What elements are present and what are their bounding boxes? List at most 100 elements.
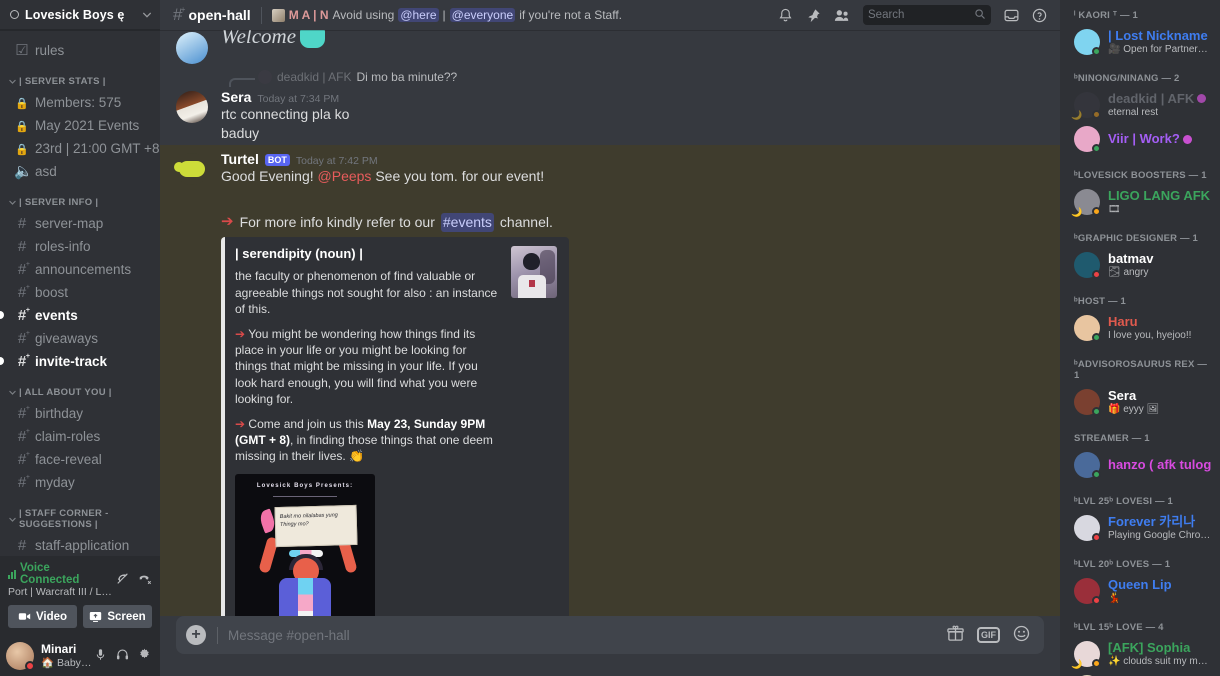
avatar[interactable] [1074,389,1101,416]
member-list-item[interactable]: Forever 카리나 Playing Google Chrome [1060,511,1220,545]
sidebar-item-roles-info[interactable]: # roles-info [8,235,152,257]
chevron-down-icon [8,515,17,524]
channel-category[interactable]: | SERVER INFO | [0,183,160,211]
avatar[interactable] [1074,126,1101,153]
current-user-name: Minari [41,641,77,656]
search-box[interactable] [863,5,991,25]
sidebar-item-myday[interactable]: # + myday [8,471,152,493]
member-list-item[interactable]: Queen Lip 💃 [1060,574,1220,608]
avatar[interactable] [176,91,208,123]
channel-list[interactable]: ☑ rules | SERVER STATS | 🔒 Members: 575 🔒 May … [0,30,160,556]
message-author[interactable]: Turtel [221,151,259,167]
events-channel-link[interactable]: #events [440,212,494,232]
embed-title: | serendipity (noun) | [235,246,363,262]
peeps-mention[interactable]: @Peeps [318,168,372,184]
sidebar-item-rules[interactable]: ☑ rules [8,39,152,61]
category-label: | SERVER STATS | [19,76,106,87]
headset-icon[interactable] [116,648,129,664]
member-list-item[interactable]: 🌙 [AFK] Sophia✨ clouds suit my mood || i … [1060,637,1220,671]
channel-category[interactable]: | SERVER STATS | [0,62,160,90]
sidebar-item-23rd-21-00-gmt-8[interactable]: 🔒 23rd | 21:00 GMT +8 [8,137,159,159]
avatar[interactable]: 🌙 [1071,92,1101,120]
member-list-item[interactable]: 🌙Kim Hyunjin's🍞 Hi i'm bread 🍞 🖼 [1060,671,1220,676]
avatar[interactable] [1074,578,1101,605]
bot-greeting-line: Good Evening! @Peeps See you tom. for ou… [221,167,1052,186]
status-dot-idle [1092,110,1101,119]
reply-text[interactable]: Di mo ba minute?? [357,70,458,84]
member-name: Viir | Work? [1108,131,1212,147]
lock-icon: 🔒 [15,97,29,110]
member-name-text: | Lost Nickname [1108,27,1208,43]
member-list-item[interactable]: 🌙 LIGO LANG AFK 🎞 [1060,185,1220,219]
channel-topic[interactable]: M A | N Avoid using @here | @everyone if… [271,8,622,22]
status-dot-dnd [1092,270,1101,279]
sidebar-item-members-575[interactable]: 🔒 Members: 575 [8,91,152,113]
member-list-item[interactable]: hanzo ( afk tulog ) [1060,448,1220,482]
video-button[interactable]: Video [8,605,77,628]
arrow-emoji-icon: ➔ [235,416,246,431]
sidebar-item-invite-track[interactable]: # + invite-track [0,350,152,372]
bell-icon[interactable] [778,8,793,23]
channel-category[interactable]: | STAFF CORNER - SUGGESTIONS | [0,494,160,533]
microphone-icon[interactable] [94,648,107,664]
chevron-down-icon[interactable] [142,10,152,20]
avatar[interactable] [1074,315,1101,342]
plus-icon[interactable]: + [186,625,206,645]
member-list-item[interactable]: | Lost Nickname🎥 Open for Partnership | … [1060,25,1220,59]
sidebar-item-announcements[interactable]: # + announcements [8,258,152,280]
avatar[interactable] [1074,29,1101,56]
sidebar-item-may-2021-events[interactable]: 🔒 May 2021 Events [8,114,152,136]
emoji-icon[interactable] [1013,625,1030,645]
bot-badge: BOT [264,154,290,167]
gift-icon[interactable] [947,625,964,645]
category-label: | STAFF CORNER - SUGGESTIONS | [19,508,109,530]
channel-category[interactable]: | ALL ABOUT YOU | [0,373,160,401]
avatar[interactable] [1074,515,1101,542]
arrow-emoji-icon: ➔ [235,327,246,342]
mention-everyone[interactable]: @everyone [449,8,516,22]
members-icon[interactable] [834,8,850,23]
sidebar-item-server-map[interactable]: # server-map [8,212,152,234]
avatar[interactable]: 🌙 [1071,189,1101,217]
member-name: LIGO LANG AFK [1108,188,1212,204]
member-list-item[interactable]: Viir | Work? [1060,122,1220,156]
member-list-item[interactable]: batmav 🌫 angry [1060,248,1220,282]
avatar[interactable] [176,32,208,64]
gear-icon[interactable] [138,648,151,664]
avatar[interactable]: 🌙 [1071,641,1101,669]
member-list-item[interactable]: Haru I love you, hyejoo!! [1060,311,1220,345]
sidebar-item-boost[interactable]: # + boost [8,281,152,303]
message-author[interactable]: Sera [221,89,251,105]
sidebar-item-giveaways[interactable]: # + giveaways [8,327,152,349]
member-name: | Lost Nickname [1108,28,1212,44]
avatar[interactable] [174,153,208,186]
pin-icon[interactable] [806,8,821,23]
help-icon[interactable] [1032,8,1047,23]
sidebar-item-birthday[interactable]: # + birthday [8,402,152,424]
avatar[interactable] [1074,252,1101,279]
ping-icon[interactable] [116,572,130,589]
inbox-icon[interactable] [1004,8,1019,23]
message-input[interactable] [217,626,947,644]
mention-here[interactable]: @here [398,8,439,22]
member-list-item[interactable]: 🌙 deadkid | AFK eternal rest [1060,88,1220,122]
gif-button[interactable]: GIF [977,627,1000,643]
screen-share-button[interactable]: Screen [83,605,152,628]
embed-thumbnail-image[interactable] [511,246,557,299]
sidebar-item-claim-roles[interactable]: # + claim-roles [8,425,152,447]
search-input[interactable] [868,9,974,21]
sidebar-item-asd[interactable]: 🔈 asd [8,160,152,182]
message-list[interactable]: Welcome deadkid | AFK Di mo ba minute?? [160,30,1060,616]
avatar[interactable] [6,642,35,671]
info-text-after: channel. [499,213,553,230]
event-poster-image[interactable]: Lovesick Boys Presents: Bakit mo nilalab… [235,473,375,616]
sidebar-item-events[interactable]: # + events [0,304,152,326]
reply-author[interactable]: deadkid | AFK [277,70,352,84]
avatar[interactable] [1074,452,1101,479]
member-list[interactable]: ˡ KAORI ᵀ — 1 | Lost Nickname 🎥 Open for P… [1060,0,1220,676]
sidebar-item-face-reveal[interactable]: # + face-reveal [8,448,152,470]
phone-hangup-icon[interactable] [138,572,152,589]
server-header[interactable]: Lovesick Boys ę [0,0,160,30]
member-list-item[interactable]: Sera 🎁 eyyy 🖼 [1060,385,1220,419]
sidebar-item-staff-application[interactable]: # staff-application [8,534,152,556]
